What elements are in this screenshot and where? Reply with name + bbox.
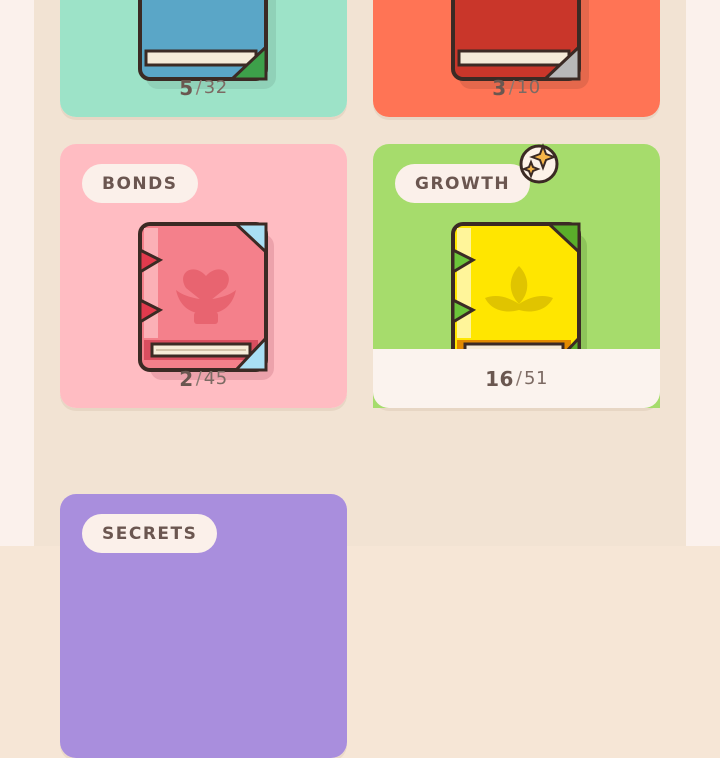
collection-panel: 5 / 32 3 / 10 BONDS 2 / 45 GROWTH 16 / 5… [34,0,686,758]
count-separator: / [195,368,202,389]
count-separator: / [508,77,515,98]
total-count: 32 [203,77,228,98]
progress-count: 5 / 32 [60,58,347,117]
category-card-2[interactable]: 3 / 10 [373,0,660,117]
collected-count: 3 [492,75,507,100]
sparkle-icon [519,143,559,184]
category-card-secrets[interactable]: SECRETS [60,494,347,758]
category-card-growth[interactable]: GROWTH 16 / 51 [373,143,660,408]
collected-count: 5 [179,75,194,100]
count-separator: / [515,368,522,389]
left-margin [0,0,34,546]
category-label: GROWTH [395,164,531,203]
total-count: 10 [516,77,541,98]
count-separator: / [195,77,202,98]
category-label: BONDS [82,164,198,203]
collected-count: 16 [485,366,514,391]
progress-count: 16 / 51 [373,349,660,408]
progress-count: 3 / 10 [373,58,660,117]
card-header: SECRETS [60,494,347,758]
total-count: 45 [203,368,228,389]
collected-count: 2 [179,366,194,391]
category-card-1[interactable]: 5 / 32 [60,0,347,117]
category-card-bonds[interactable]: BONDS 2 / 45 [60,144,347,408]
progress-count: 2 / 45 [60,349,347,408]
right-margin [686,0,720,546]
total-count: 51 [524,368,548,389]
category-label: SECRETS [82,514,218,553]
